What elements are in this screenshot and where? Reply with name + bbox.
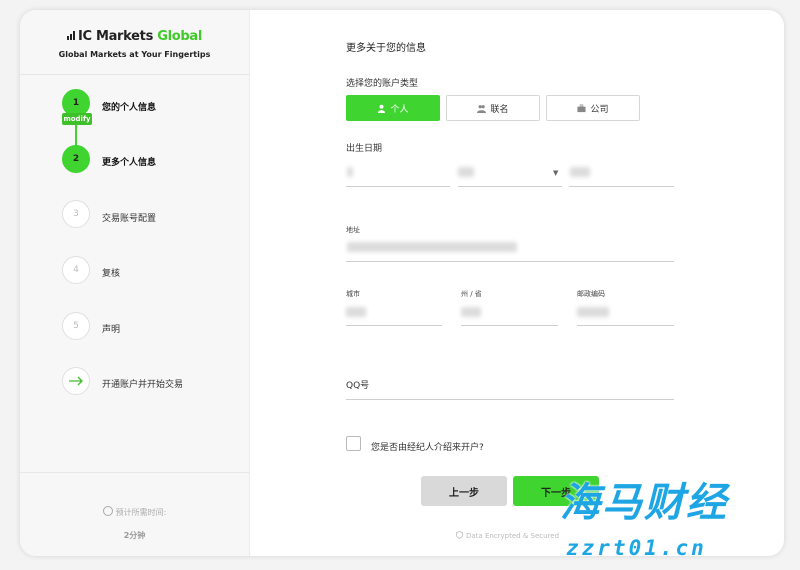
step-4-label: 复核: [102, 269, 121, 279]
watermark-text: 海马财经: [560, 480, 728, 526]
account-type-joint-button[interactable]: 联名: [446, 95, 540, 121]
tagline: Global Markets at Your Fingertips: [58, 50, 211, 59]
step-2-label: 更多个人信息: [102, 158, 157, 168]
referral-checkbox[interactable]: [346, 436, 361, 451]
state-value: [461, 307, 481, 317]
step-1-label: 您的个人信息: [102, 103, 157, 113]
previous-step-button[interactable]: 上一步: [421, 476, 507, 506]
person-icon: [378, 104, 386, 113]
address-input[interactable]: [346, 261, 674, 262]
postcode-label: 邮政编码: [577, 290, 605, 298]
qq-input[interactable]: [346, 399, 674, 400]
step-6-label: 开通账户并开始交易: [102, 380, 184, 390]
estimated-time-label: 预计所需时间:: [20, 506, 249, 518]
ic-markets-logo: IC Markets Global: [20, 29, 249, 44]
dob-month-select[interactable]: [458, 186, 562, 187]
people-icon: [477, 104, 487, 113]
step-3-circle: 3: [62, 200, 90, 228]
step-2-circle: 2: [62, 145, 90, 173]
step-3-label: 交易账号配置: [102, 214, 157, 224]
step-5-circle: 5: [62, 312, 90, 340]
postcode-value: [577, 307, 609, 317]
dob-day-input[interactable]: [346, 186, 450, 187]
logo-bars-icon: [66, 29, 76, 44]
city-value: [346, 307, 366, 317]
arrow-right-icon: [69, 376, 83, 386]
secure-note: Data Encrypted & Secured: [456, 531, 559, 540]
dob-year-value: [570, 167, 590, 177]
city-label: 城市: [346, 290, 360, 298]
estimated-time-value: 2分钟: [123, 531, 146, 540]
account-type-company-button[interactable]: 公司: [546, 95, 640, 121]
address-label: 地址: [346, 226, 360, 234]
shield-icon: [456, 531, 463, 539]
modify-badge[interactable]: modify: [62, 113, 92, 125]
dob-month-value: [458, 167, 474, 177]
step-6-circle: [62, 367, 90, 395]
state-input[interactable]: [461, 325, 558, 326]
account-type-label: 选择您的账户类型: [346, 79, 419, 89]
clock-icon: [102, 506, 113, 516]
watermark-url: zzrt01.cn: [566, 536, 707, 560]
briefcase-icon: [577, 104, 587, 112]
postcode-input[interactable]: [577, 325, 674, 326]
city-input[interactable]: [346, 325, 442, 326]
account-type-individual-button[interactable]: 个人: [346, 95, 440, 121]
dob-year-input[interactable]: [569, 186, 674, 187]
qq-label: QQ号: [346, 381, 370, 391]
steps-sidebar: IC Markets Global Global Markets at Your…: [20, 10, 250, 556]
chevron-down-icon[interactable]: ▼: [553, 169, 558, 177]
dob-label: 出生日期: [346, 144, 383, 154]
page-title: 更多关于您的信息: [346, 43, 426, 54]
state-label: 州 / 省: [461, 290, 482, 298]
address-value: [347, 242, 517, 252]
referral-question: 您是否由经纪人介绍来开户?: [371, 443, 484, 453]
step-5-label: 声明: [102, 325, 121, 335]
step-4-circle: 4: [62, 256, 90, 284]
dob-day-value: [347, 167, 353, 177]
divider: [20, 472, 249, 473]
divider: [20, 74, 249, 75]
